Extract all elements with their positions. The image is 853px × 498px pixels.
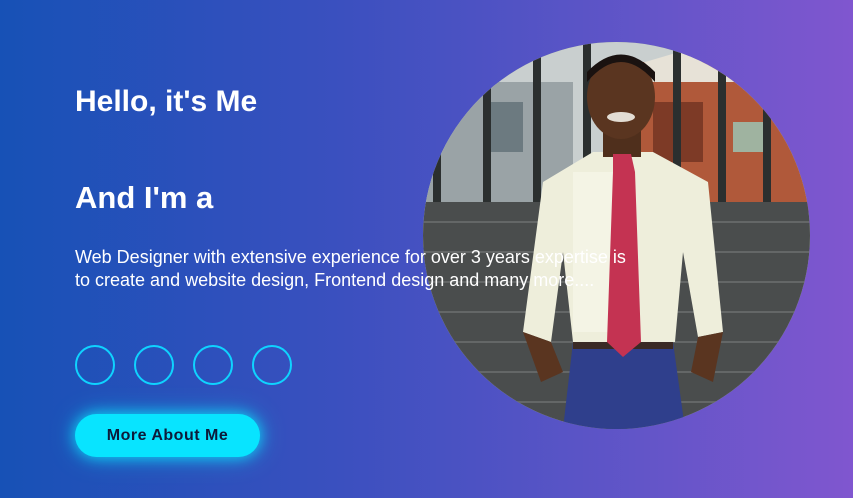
social-link-1[interactable] (75, 345, 115, 385)
social-link-2[interactable] (134, 345, 174, 385)
more-about-me-button[interactable]: More About Me (75, 414, 260, 457)
role-heading: And I'm a (75, 180, 214, 215)
profile-photo-illustration (423, 42, 810, 429)
profile-photo (423, 42, 810, 429)
social-links (75, 345, 292, 385)
social-link-3[interactable] (193, 345, 233, 385)
social-link-4[interactable] (252, 345, 292, 385)
bio-text: Web Designer with extensive experience f… (75, 247, 626, 290)
greeting-heading: Hello, it's Me (75, 85, 258, 118)
